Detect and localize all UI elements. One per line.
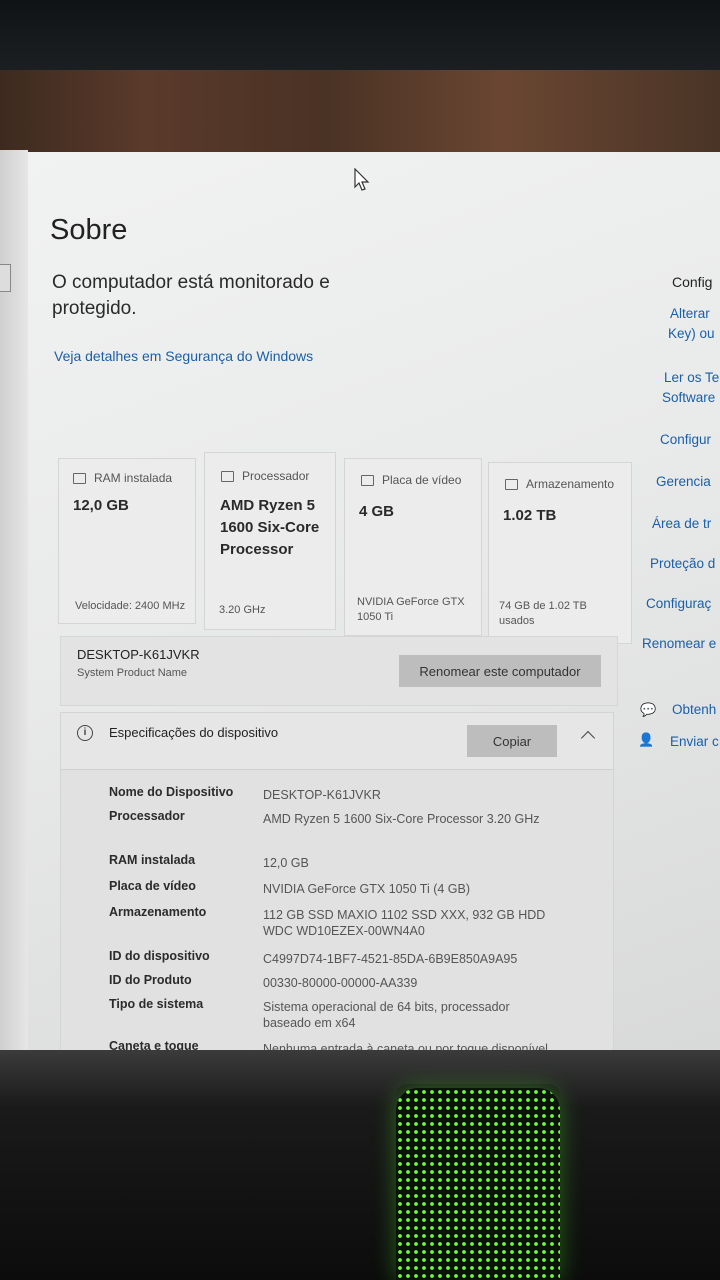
room-background-top [0,0,720,70]
specifications-header[interactable]: i Especificações do dispositivo Copiar [61,713,613,770]
device-model: System Product Name [77,667,188,679]
device-name-panel: DESKTOP-K61JVKR System Product Name Reno… [60,636,618,706]
ram-card-detail: Velocidade: 2400 MHz [75,600,186,612]
security-status-text: O computador está monitorado e protegido… [52,272,330,319]
storage-card-detail: 74 GB de 1.02 TB usados [499,600,587,627]
storage-icon [505,478,518,490]
window-edge-tab [0,264,11,292]
ram-icon [73,472,86,484]
rgb-speaker [396,1088,560,1280]
gpu-card-label: Placa de vídeo [382,473,462,487]
related-link[interactable]: Área de tr [652,514,711,534]
chevron-up-icon[interactable] [580,730,596,746]
device-specifications-panel: i Especificações do dispositivo Copiar N… [60,712,614,1052]
room-wall [0,70,720,155]
storage-card-label: Armazenamento [526,477,615,491]
settings-window: Sobre O computador está monitorado e pro… [28,152,720,1052]
gpu-card-detail: NVIDIA GeForce GTX 1050 Ti [357,596,465,623]
related-link[interactable]: Configuraç [646,594,711,614]
security-details-link[interactable]: Veja detalhes em Segurança do Windows [54,348,313,364]
related-link[interactable]: Configur [660,430,711,450]
processor-icon [221,470,234,482]
desk-background [0,1050,720,1280]
related-link[interactable]: Software [662,388,715,408]
get-help-link[interactable]: Obtenh [672,700,716,720]
rename-computer-button[interactable]: Renomear este computador [399,655,601,687]
ram-card-value: 12,0 GB [73,497,129,514]
gpu-icon [361,474,374,486]
related-link[interactable]: Ler os Te [664,368,719,388]
specifications-title: Especificações do dispositivo [109,725,279,740]
ram-card-label: RAM instalada [94,471,173,485]
related-link[interactable]: Alterar [670,304,710,324]
ram-card: RAM instalada 12,0 GB Velocidade: 2400 M… [58,458,196,624]
processor-card-value: AMD Ryzen 5 1600 Six-Core Processor [220,497,320,558]
related-link[interactable]: Proteção d [650,554,715,574]
processor-card-detail: 3.20 GHz [219,604,266,616]
related-link[interactable]: Renomear e [642,634,716,654]
gpu-card-value: 4 GB [359,503,395,520]
copy-button[interactable]: Copiar [467,725,557,757]
related-link[interactable]: Key) ou [668,324,715,344]
feedback-icon: 👤 [638,732,655,747]
mouse-cursor-icon [354,168,370,191]
processor-card-label: Processador [242,469,310,483]
info-icon: i [77,725,93,741]
page-title: Sobre [50,214,128,246]
send-feedback-link[interactable]: Enviar c [670,732,719,752]
storage-card: Armazenamento 1.02 TB 74 GB de 1.02 TB u… [488,462,632,644]
gpu-card: Placa de vídeo 4 GB NVIDIA GeForce GTX 1… [344,458,482,636]
processor-card: Processador AMD Ryzen 5 1600 Six-Core Pr… [204,452,336,630]
related-settings-heading: Config [672,274,713,290]
storage-card-value: 1.02 TB [503,507,557,524]
help-icon: 💬 [640,702,657,717]
related-link[interactable]: Gerencia [656,472,711,492]
device-name: DESKTOP-K61JVKR [77,647,200,662]
